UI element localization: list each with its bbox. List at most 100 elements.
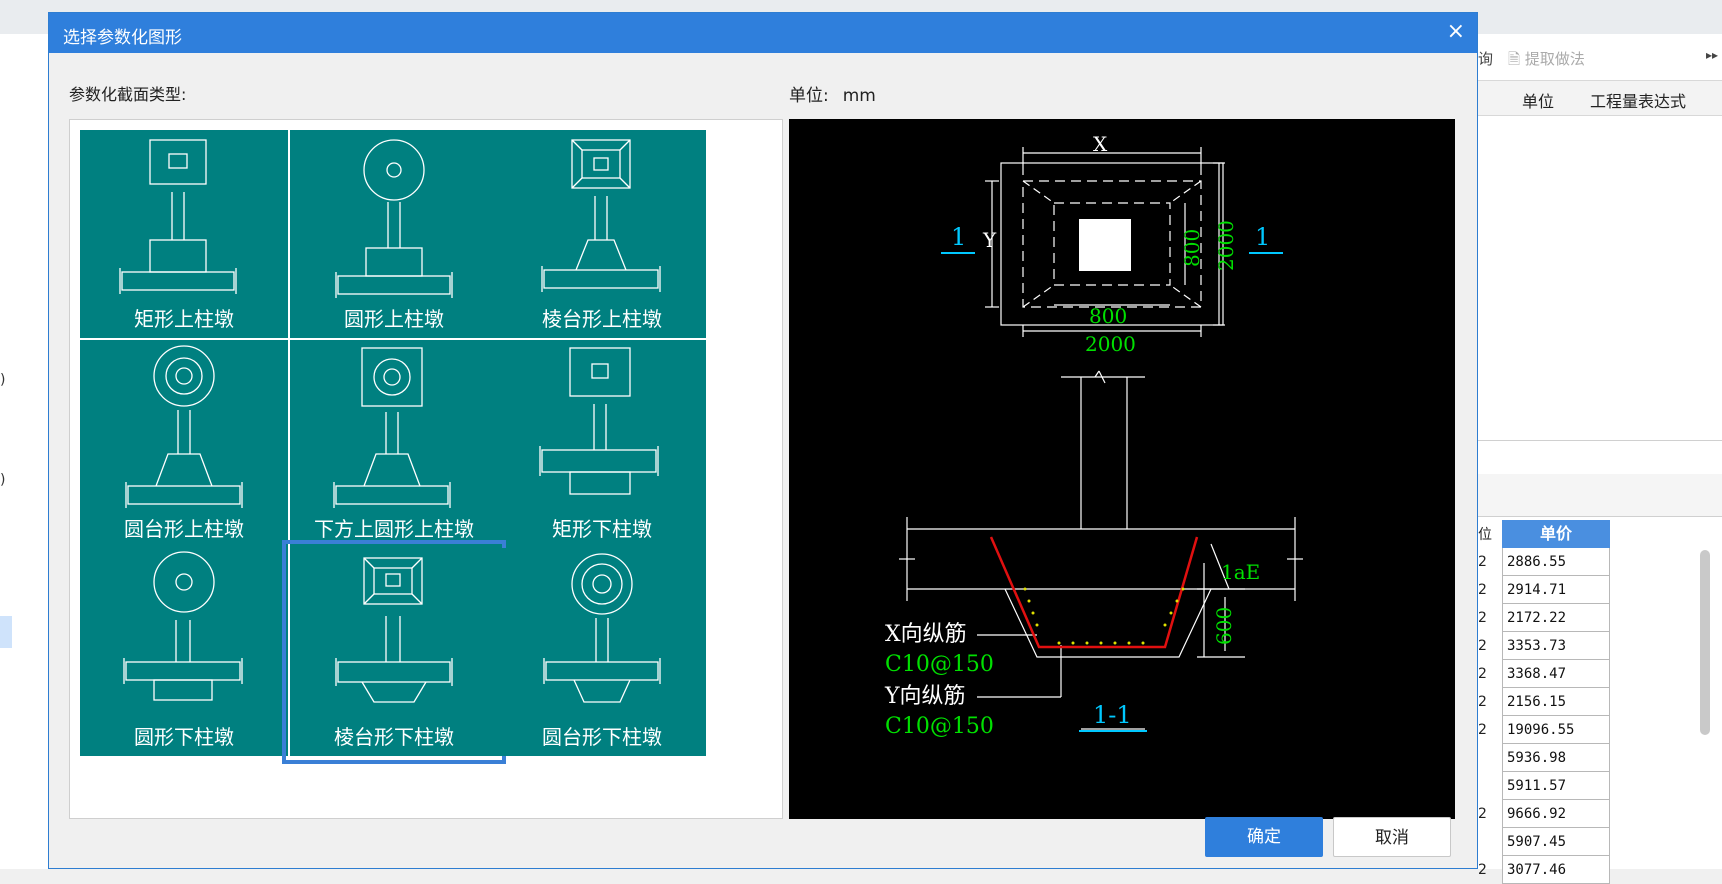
shape-icon — [125, 345, 243, 508]
shape-icon — [539, 347, 659, 495]
preview-drawing: X Y 800 2000 1 1 1aE X向纵筋 C10@150 Y向纵筋 C… — [884, 132, 1303, 739]
shape-thumbnail: 圆形上柱墩 — [290, 130, 498, 338]
price-cell[interactable]: 5936.98 — [1502, 744, 1610, 772]
shape-icon — [335, 139, 453, 298]
dim-outer-w-text: 2000 — [1085, 332, 1136, 356]
shape-thumbnail: 矩形下柱墩 — [498, 340, 706, 548]
price-cell[interactable]: 2886.55 — [1502, 548, 1610, 576]
shape-name: 圆台形下柱墩 — [542, 725, 662, 749]
y-rebar-label: Y向纵筋 — [884, 684, 966, 709]
dialog-title: 选择参数化图形 — [63, 28, 182, 48]
quantity-table-header: 单位 工程量表达式 — [1478, 80, 1722, 116]
shape-tile[interactable]: 棱台形下柱墩 — [282, 540, 506, 764]
select-parametric-shape-dialog: 选择参数化图形 × 参数化截面类型: 单位: mm 矩形上柱墩 圆形上柱墩 棱台形上柱… — [48, 12, 1478, 869]
shape-preview: X Y 800 2000 1 1 1aE X向纵筋 C10@150 Y向纵筋 C… — [789, 119, 1455, 819]
shape-name: 棱台形上柱墩 — [542, 307, 662, 331]
ok-button[interactable]: 确定 — [1205, 817, 1323, 857]
price-cell[interactable]: 2156.15 — [1502, 688, 1610, 716]
shape-tile[interactable]: 矩形下柱墩 — [490, 332, 714, 556]
shape-name: 圆台形上柱墩 — [124, 517, 244, 541]
unit-value: mm — [842, 86, 876, 106]
shape-name: 矩形下柱墩 — [552, 517, 652, 541]
section-mark-right: 1 — [1255, 223, 1270, 251]
shape-tile[interactable]: 圆形上柱墩 — [282, 122, 506, 346]
right-panel: 询 🗎 提取做法 ▸▸ 单位 工程量表达式 位 单价 2 2 2 2 2 2 2 2 2 288… — [1478, 34, 1722, 884]
query-button[interactable]: 询 — [1478, 48, 1493, 69]
rebar-line — [989, 536, 1199, 649]
shape-tile[interactable]: 棱台形上柱墩 — [490, 122, 714, 346]
price-cell[interactable]: 3077.46 — [1502, 856, 1610, 884]
unit-cell — [1478, 744, 1498, 772]
close-icon[interactable]: × — [1447, 19, 1465, 44]
price-cell[interactable]: 3368.47 — [1502, 660, 1610, 688]
shape-tile[interactable]: 下方上圆形上柱墩 — [282, 332, 506, 556]
unit-cell: 2 — [1478, 694, 1487, 710]
shape-tile[interactable]: 圆台形下柱墩 — [490, 540, 714, 764]
shape-tile[interactable]: 圆形下柱墩 — [72, 540, 296, 764]
unit-cell: 2 — [1478, 554, 1487, 570]
extract-method-button[interactable]: 🗎 提取做法 — [1508, 48, 1585, 74]
dialog-titlebar: 选择参数化图形 × — [49, 13, 1477, 53]
unit-header: 位 — [1478, 527, 1492, 543]
unit-cell — [1478, 772, 1498, 800]
left-mark: ) — [0, 472, 6, 488]
price-cell[interactable]: 9666.92 — [1502, 800, 1610, 828]
price-cell[interactable]: 19096.55 — [1502, 716, 1610, 744]
price-header[interactable]: 单价 — [1502, 520, 1610, 548]
unit-cell — [1478, 828, 1498, 856]
left-selection — [0, 616, 12, 648]
document-icon: 🗎 — [1508, 50, 1521, 68]
unit-label: 单位: mm — [789, 81, 876, 106]
price-cell[interactable]: 2914.71 — [1502, 576, 1610, 604]
vertical-scrollbar[interactable] — [1700, 550, 1710, 735]
right-toolbar: 询 🗎 提取做法 ▸▸ — [1478, 44, 1722, 72]
section-type-label: 参数化截面类型: — [69, 85, 187, 104]
unit-cell: 2 — [1478, 862, 1487, 878]
lower-toolbar — [1478, 474, 1722, 517]
shape-thumbnail: 圆形下柱墩 — [80, 548, 288, 756]
cancel-button[interactable]: 取消 — [1333, 817, 1451, 857]
shape-tile[interactable]: 矩形上柱墩 — [72, 122, 296, 346]
shape-tile[interactable]: 圆台形上柱墩 — [72, 332, 296, 556]
dim-inner-w-text: 800 — [1089, 304, 1127, 328]
section-title: 1-1 — [1093, 701, 1132, 729]
price-cell[interactable]: 5907.45 — [1502, 828, 1610, 856]
shape-icon — [335, 557, 453, 703]
price-cell[interactable]: 2172.22 — [1502, 604, 1610, 632]
unit-cell: 2 — [1478, 582, 1487, 598]
divider — [1478, 440, 1722, 441]
expand-icon[interactable]: ▸▸ — [1706, 48, 1718, 62]
dim-y-text: Y — [982, 228, 997, 252]
shape-gallery: 矩形上柱墩 圆形上柱墩 棱台形上柱墩圆台形上柱墩 下方上圆形上柱墩 矩形下柱墩圆形下柱墩… — [69, 119, 783, 819]
shape-thumbnail: 棱台形上柱墩 — [498, 130, 706, 338]
column-section — [1079, 219, 1131, 271]
col-unit: 单位 — [1522, 92, 1555, 111]
shape-thumbnail: 棱台形下柱墩 — [290, 548, 498, 756]
y-rebar-value: C10@150 — [885, 714, 994, 739]
price-cell[interactable]: 3353.73 — [1502, 632, 1610, 660]
shape-thumbnail: 矩形上柱墩 — [80, 130, 288, 338]
section-mark-left: 1 — [951, 223, 966, 251]
left-mark: ) — [0, 372, 6, 388]
shape-thumbnail: 下方上圆形上柱墩 — [290, 340, 498, 548]
depth-label: 600 — [1212, 607, 1236, 645]
price-column: 2886.55 2914.71 2172.22 3353.73 3368.47 2156.… — [1502, 548, 1610, 884]
shape-thumbnail: 圆台形下柱墩 — [498, 548, 706, 756]
shape-name: 圆形下柱墩 — [134, 725, 234, 749]
unit-cell: 2 — [1478, 666, 1487, 682]
unit-caption: 单位: — [789, 86, 829, 106]
col-expression: 工程量表达式 — [1590, 92, 1687, 111]
shape-icon — [543, 553, 661, 703]
shape-icon — [541, 139, 661, 292]
shape-icon — [119, 139, 237, 294]
price-cell[interactable]: 5911.57 — [1502, 772, 1610, 800]
unit-cell: 2 — [1478, 638, 1487, 654]
shape-name: 下方上圆形上柱墩 — [314, 517, 474, 541]
dim-x-text: X — [1093, 132, 1108, 156]
shape-icon — [333, 347, 451, 508]
unit-column: 2 2 2 2 2 2 2 2 2 — [1478, 548, 1498, 884]
extract-method-label: 提取做法 — [1524, 50, 1585, 68]
shape-thumbnail: 圆台形上柱墩 — [80, 340, 288, 548]
dim-inner-h-text: 800 — [1180, 229, 1204, 267]
shape-name: 棱台形下柱墩 — [334, 725, 454, 749]
